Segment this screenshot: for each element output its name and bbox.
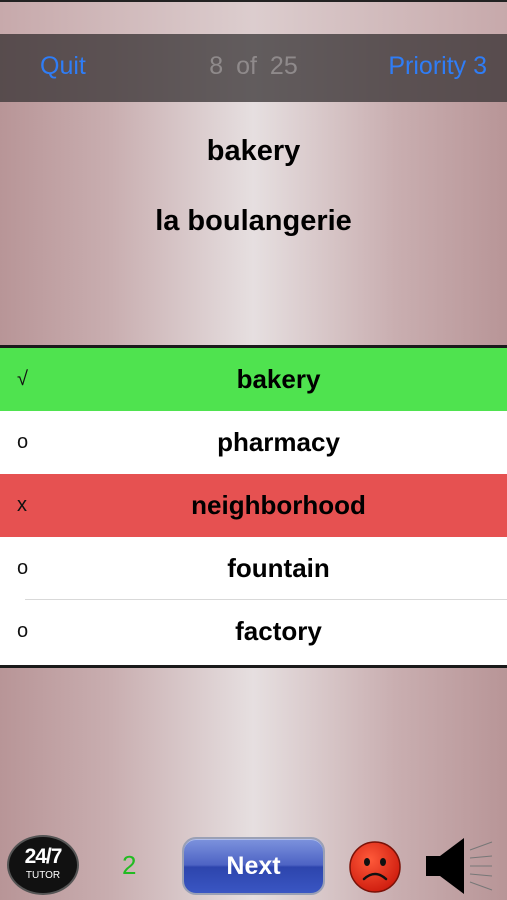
correct-check-icon: √ xyxy=(17,368,28,390)
unselected-circle-icon: o xyxy=(17,431,29,453)
tutor-logo[interactable]: 24/7 TUTOR xyxy=(7,835,79,895)
choice-fountain[interactable]: o fountain xyxy=(0,537,507,600)
prompt-translation: la boulangerie xyxy=(155,205,352,237)
choice-neighborhood[interactable]: x neighborhood xyxy=(0,474,507,537)
unselected-circle-icon: o xyxy=(17,620,29,642)
prompt-word: bakery xyxy=(206,135,301,167)
priority-button[interactable]: Priority 3 xyxy=(388,52,487,81)
choice-bakery[interactable]: √ bakery xyxy=(0,348,507,411)
choice-label: pharmacy xyxy=(217,427,340,457)
answer-choices-list: √ bakery o pharmacy x neighborhood o fou… xyxy=(0,345,507,668)
logo-text: 24/7 xyxy=(24,845,63,868)
choice-factory[interactable]: o factory xyxy=(0,600,507,663)
speaker-icon[interactable] xyxy=(424,836,494,896)
unselected-circle-icon: o xyxy=(17,557,29,579)
logo-subtext: TUTOR xyxy=(25,870,61,881)
score-count: 2 xyxy=(122,850,137,880)
next-button[interactable]: Next xyxy=(182,837,325,895)
choice-label: neighborhood xyxy=(191,490,366,520)
choice-label: bakery xyxy=(236,364,321,394)
status-strip xyxy=(0,0,507,34)
sad-face-icon[interactable] xyxy=(348,840,402,894)
navigation-bar: Quit 8 of 25 Priority 3 xyxy=(0,34,507,102)
choice-pharmacy[interactable]: o pharmacy xyxy=(0,411,507,474)
choice-label: factory xyxy=(235,616,322,646)
choice-label: fountain xyxy=(227,553,330,583)
wrong-x-icon: x xyxy=(17,494,27,516)
